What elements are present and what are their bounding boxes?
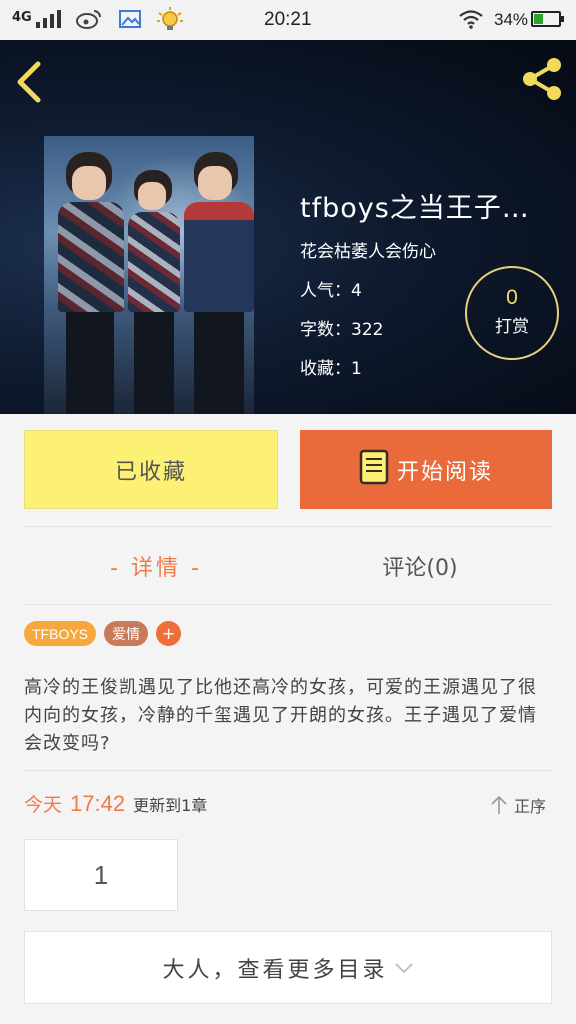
sort-label: 正序 (514, 797, 547, 816)
reward-label: 打赏 (495, 317, 529, 337)
tag-list: TFBOYS 爱情 + (24, 621, 182, 646)
chevron-down-icon (394, 962, 413, 973)
collected-button[interactable]: 已收藏 (24, 430, 278, 509)
more-catalog-button[interactable]: 大人，查看更多目录 (24, 931, 552, 1004)
more-catalog-label: 大人，查看更多目录 (162, 957, 388, 983)
collected-label: 已收藏 (114, 459, 187, 485)
divider (24, 604, 552, 605)
book-cover[interactable] (44, 136, 254, 414)
signal-icon (36, 10, 61, 28)
weibo-icon (76, 8, 102, 35)
add-tag-button[interactable]: + (156, 621, 182, 646)
battery-fill (534, 14, 543, 24)
battery-percent: 34% (494, 10, 529, 29)
update-info: 今天 17:42 更新到1章 (24, 790, 207, 817)
book-author[interactable]: 花会枯萎人会伤心 (300, 237, 550, 262)
book-header: tfboys之当王子遇… 花会枯萎人会伤心 人气：4 字数：322 收藏：1 0… (0, 40, 576, 414)
gallery-icon (118, 8, 142, 35)
tab-comments[interactable]: 评论(0) (288, 527, 552, 604)
update-text: 更新到1章 (133, 796, 208, 815)
chevron-left-icon[interactable] (14, 60, 44, 108)
tag-chip[interactable]: 爱情 (104, 621, 149, 646)
start-reading-button[interactable]: 开始阅读 (300, 430, 552, 509)
chapter-number: 1 (93, 859, 109, 890)
arrow-up-icon (491, 795, 507, 814)
book-title: tfboys之当王子遇… (300, 193, 550, 224)
wifi-icon (458, 9, 484, 34)
update-time: 17:42 (70, 791, 126, 816)
bulb-icon (155, 5, 185, 40)
chapter-item[interactable]: 1 (24, 839, 178, 911)
tab-detail-label: - 详情 - (110, 555, 202, 581)
divider (24, 770, 552, 771)
battery-icon (531, 11, 564, 27)
status-time: 20:21 (264, 9, 312, 30)
book-description: 高冷的王俊凯遇见了比他还高冷的女孩，可爱的王源遇见了很内向的女孩，冷静的千玺遇见… (24, 677, 537, 754)
tab-comments-label: 评论(0) (382, 555, 458, 581)
reward-button[interactable]: 0 打赏 (465, 266, 559, 360)
reward-count: 0 (506, 286, 518, 309)
network-type: 4G (12, 10, 32, 25)
share-icon[interactable] (520, 56, 566, 106)
sort-button[interactable]: 正序 (490, 793, 546, 817)
tab-detail[interactable]: - 详情 - (24, 527, 288, 604)
start-reading-label: 开始阅读 (396, 459, 493, 485)
tag-chip[interactable]: TFBOYS (24, 621, 97, 646)
status-bar: 4G 20:21 34% (0, 0, 576, 40)
book-icon (359, 449, 389, 491)
update-day: 今天 (24, 794, 63, 816)
